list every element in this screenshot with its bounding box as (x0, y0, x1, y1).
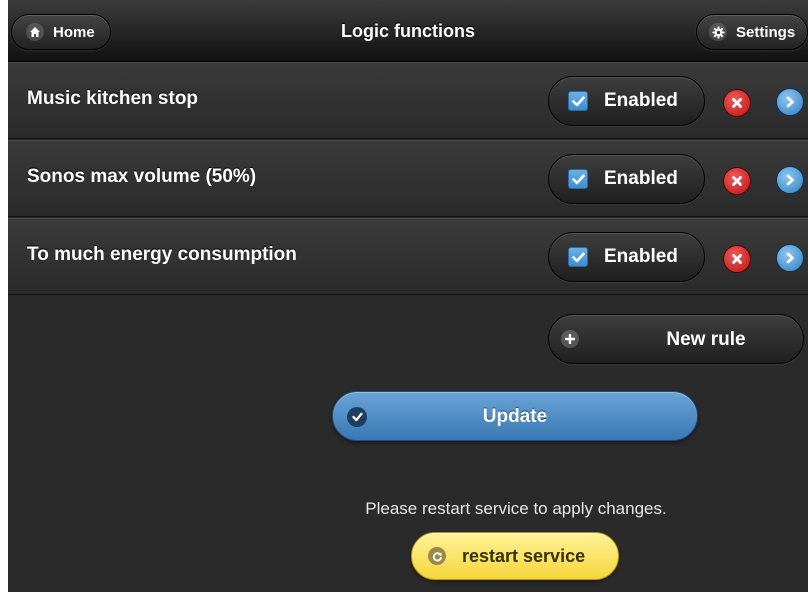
update-button[interactable]: Update (332, 391, 698, 441)
chevron-right-icon (786, 174, 794, 186)
page-title: Logic functions (341, 21, 475, 41)
refresh-icon (428, 547, 446, 565)
open-rule-button[interactable] (776, 166, 804, 194)
rule-name: Sonos max volume (50%) (27, 165, 257, 187)
restart-service-button[interactable]: restart service (411, 532, 619, 580)
enabled-label: Enabled (604, 246, 678, 267)
list-item: Music kitchen stop Enabled (8, 62, 808, 139)
header: Home Logic functions Settings (8, 0, 808, 62)
new-rule-button[interactable]: New rule (548, 314, 804, 364)
checkmark-icon (568, 169, 588, 189)
close-icon (732, 254, 742, 264)
list-item: Sonos max volume (50%) Enabled (8, 140, 808, 217)
update-label: Update (482, 406, 548, 427)
delete-button[interactable] (723, 89, 751, 117)
close-icon (732, 98, 742, 108)
restart-message: Please restart service to apply changes. (365, 499, 667, 518)
close-icon (732, 176, 742, 186)
open-rule-button[interactable] (776, 88, 804, 116)
rule-name: To much energy consumption (27, 243, 297, 265)
enabled-checkbox[interactable]: Enabled (548, 76, 705, 126)
list-item: To much energy consumption Enabled (8, 218, 808, 295)
open-rule-button[interactable] (776, 244, 804, 272)
plus-icon (561, 330, 579, 348)
checkmark-icon (568, 91, 588, 111)
enabled-checkbox[interactable]: Enabled (548, 232, 705, 282)
gear-icon (709, 23, 727, 41)
delete-button[interactable] (723, 167, 751, 195)
chevron-right-icon (786, 252, 794, 264)
settings-button[interactable]: Settings (696, 14, 808, 50)
new-rule-label: New rule (666, 329, 746, 350)
enabled-label: Enabled (604, 90, 678, 111)
app: Home Logic functions Settings Music kitc… (8, 0, 808, 592)
enabled-checkbox[interactable]: Enabled (548, 154, 705, 204)
rule-name: Music kitchen stop (27, 87, 199, 109)
enabled-label: Enabled (604, 168, 678, 189)
chevron-right-icon (786, 96, 794, 108)
restart-label: restart service (462, 546, 586, 566)
delete-button[interactable] (723, 245, 751, 273)
settings-label: Settings (736, 23, 796, 41)
checkmark-icon (568, 247, 588, 267)
